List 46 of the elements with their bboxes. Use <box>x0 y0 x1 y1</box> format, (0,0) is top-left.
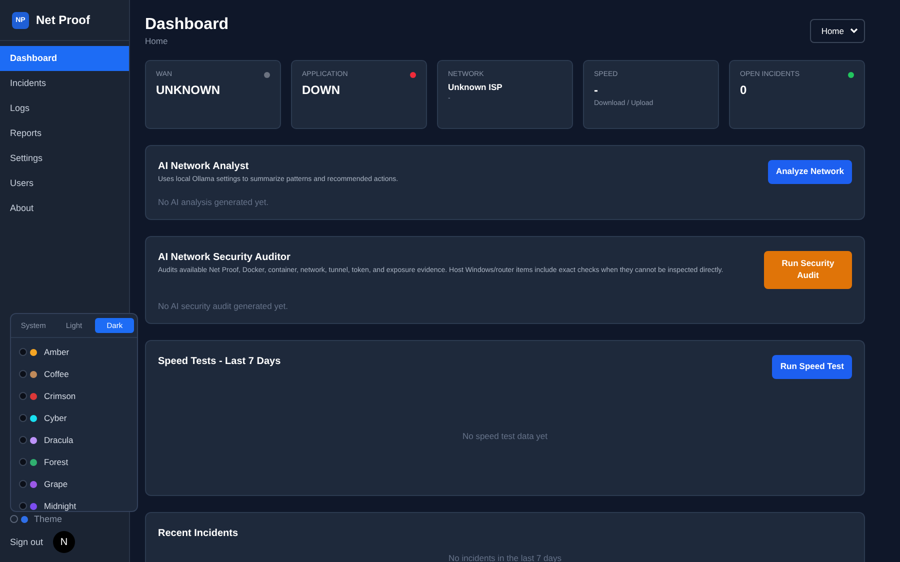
stat-value: - <box>594 83 599 97</box>
nav-item[interactable]: Settings <box>0 146 129 171</box>
action-button[interactable]: Analyze Network <box>768 160 852 184</box>
circle-icon <box>19 370 27 378</box>
empty-message: No speed test data yet <box>462 430 548 443</box>
nav-item[interactable]: Reports <box>0 121 129 146</box>
page-select[interactable]: Home <box>810 19 865 43</box>
brand-name: Net Proof <box>36 13 90 27</box>
nav-item[interactable]: Users <box>0 171 129 196</box>
panel-title: AI Network Security Auditor <box>158 252 292 264</box>
circle-icon <box>19 458 27 466</box>
theme-button[interactable]: Theme <box>10 510 129 528</box>
theme-option[interactable]: Forest <box>11 451 137 473</box>
circle-icon <box>19 414 27 422</box>
page-title: Dashboard <box>145 16 229 34</box>
dot-icon <box>21 516 28 522</box>
sign-out-link[interactable]: Sign out <box>10 537 44 547</box>
panel-title: AI Network Analyst <box>158 161 250 172</box>
theme-option[interactable]: Dracula <box>11 429 137 451</box>
action-button[interactable]: Run Speed Test <box>772 354 852 379</box>
stat-value: Unknown ISP <box>448 82 504 92</box>
theme-option[interactable]: Grape <box>11 473 137 495</box>
circle-icon <box>10 515 18 523</box>
theme-option[interactable]: Coffee <box>11 363 137 385</box>
chevron-down-icon <box>850 28 858 34</box>
theme-option[interactable]: Crimson <box>11 385 137 407</box>
nav-item[interactable]: Dashboard <box>0 46 129 71</box>
nav-item[interactable]: Incidents <box>0 71 129 96</box>
stat-value: DOWN <box>302 83 341 97</box>
nav-item[interactable]: About <box>0 196 129 221</box>
theme-option[interactable]: Amber <box>11 341 137 363</box>
panel-title: Recent Incidents <box>158 528 238 539</box>
circle-icon <box>19 436 27 444</box>
stat-value: 0 <box>740 83 748 97</box>
breadcrumb: Home <box>145 36 169 46</box>
theme-option[interactable]: Midnight <box>11 495 137 511</box>
empty-message: No AI analysis generated yet. <box>158 197 270 208</box>
nav-item[interactable]: Logs <box>0 96 129 121</box>
empty-message: No AI security audit generated yet. <box>158 300 289 311</box>
circle-icon <box>19 480 27 488</box>
dev-badge[interactable]: N <box>53 531 76 553</box>
circle-icon <box>19 392 27 400</box>
theme-option[interactable]: Cyber <box>11 407 137 429</box>
stat-value: UNKNOWN <box>156 83 221 97</box>
panel-title: Speed Tests - Last 7 Days <box>158 356 281 367</box>
circle-icon <box>19 348 27 356</box>
